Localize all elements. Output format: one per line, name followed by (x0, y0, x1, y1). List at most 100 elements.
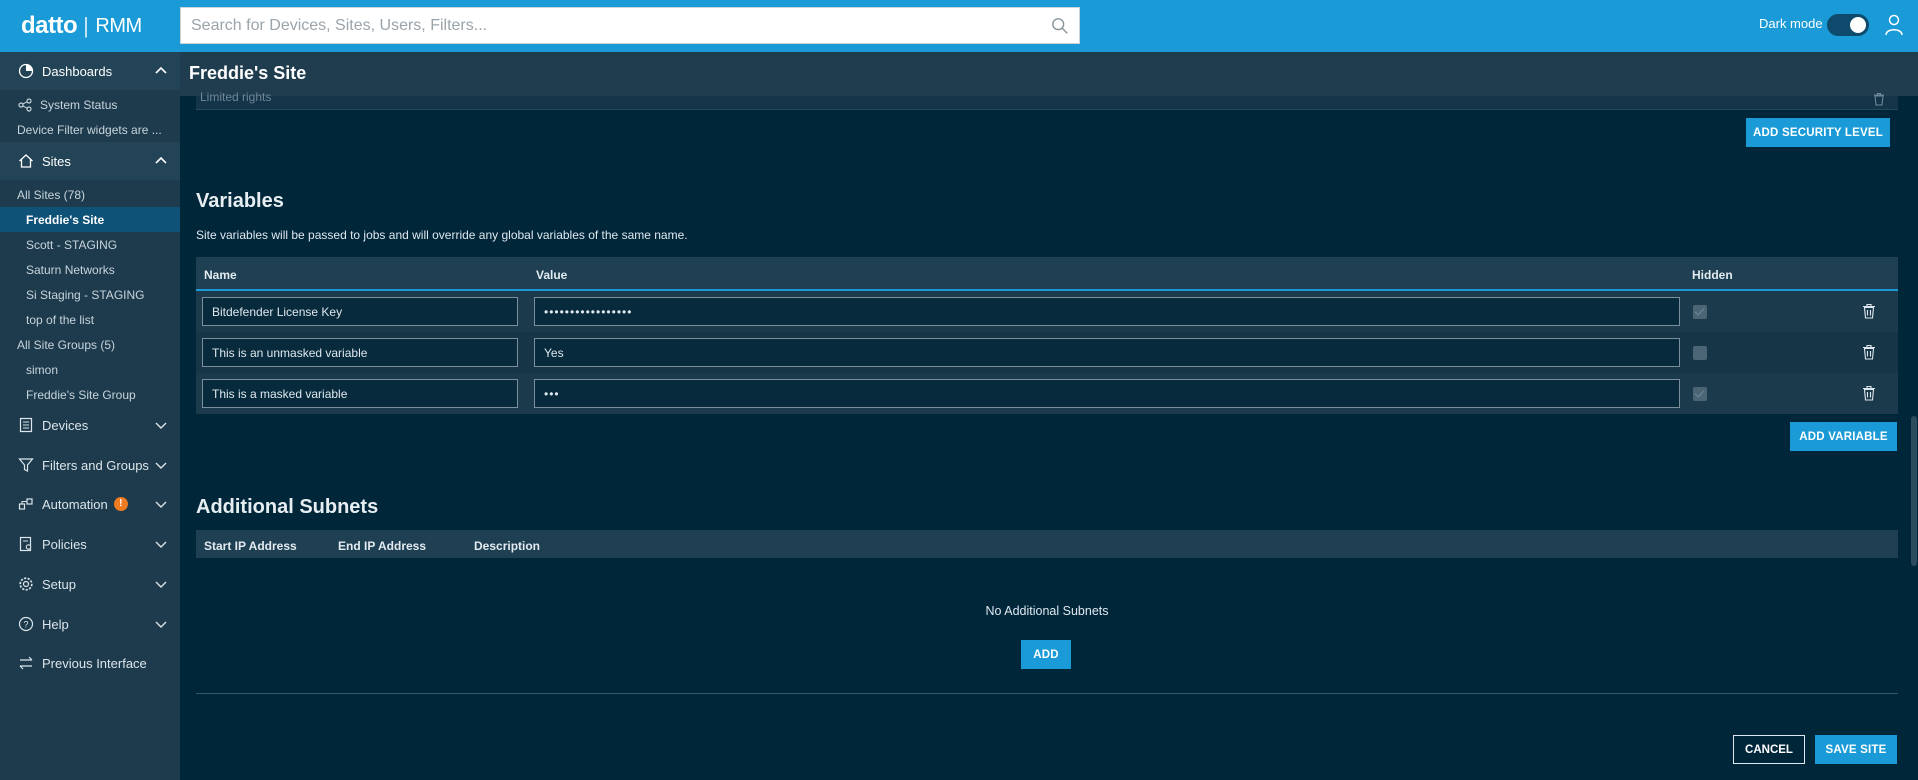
sidebar-item-label: Freddie's Site (26, 212, 105, 227)
sidebar-group-simon[interactable]: simon (0, 357, 180, 382)
sidebar-sites[interactable]: Sites (0, 142, 180, 180)
sidebar-item-label: Freddie's Site Group (26, 387, 136, 402)
variable-row: This is a masked variable ••• (196, 373, 1898, 414)
global-search (180, 7, 1080, 44)
sidebar-group-freddies-site-group[interactable]: Freddie's Site Group (0, 382, 180, 407)
trash-icon[interactable] (1861, 385, 1877, 401)
sidebar: Dashboards System Status Device Filter w… (0, 52, 180, 780)
sidebar-item-label: simon (26, 362, 59, 377)
switch-icon (19, 656, 33, 670)
sidebar-item-filters-and-groups[interactable]: Filters and Groups (0, 445, 180, 485)
column-header-description: Description (474, 539, 541, 553)
sidebar-item-device-filter-widgets[interactable]: Device Filter widgets are ... (0, 117, 180, 142)
sidebar-item-label: Automation (42, 496, 108, 512)
chevron-down-icon (155, 462, 167, 469)
sidebar-item-all-sites[interactable]: All Sites (78) (0, 182, 180, 207)
logo-wordmark: datto (21, 12, 78, 39)
chevron-down-icon (155, 621, 167, 628)
add-security-level-button[interactable]: ADD SECURITY LEVEL (1746, 118, 1890, 147)
logo[interactable]: datto | RMM (21, 12, 142, 40)
add-variable-button[interactable]: ADD VARIABLE (1790, 422, 1897, 451)
sidebar-item-system-status[interactable]: System Status (0, 92, 180, 117)
sidebar-site-top-of-the-list[interactable]: top of the list (0, 307, 180, 332)
policies-icon (19, 536, 32, 552)
alert-badge: ! (113, 497, 128, 511)
search-input[interactable] (181, 8, 1079, 43)
chevron-up-icon (155, 66, 167, 74)
scrollbar-thumb[interactable] (1911, 416, 1917, 566)
sidebar-item-label: Filters and Groups (42, 457, 149, 473)
save-site-button[interactable]: SAVE SITE (1815, 735, 1897, 764)
variable-row: This is an unmasked variable Yes (196, 332, 1898, 373)
sidebar-item-label: Saturn Networks (26, 262, 115, 277)
column-header-name: Name (204, 268, 237, 282)
svg-text:?: ? (23, 620, 28, 630)
sidebar-site-si-staging[interactable]: Si Staging - STAGING (0, 282, 180, 307)
sidebar-site-scott-staging[interactable]: Scott - STAGING (0, 232, 180, 257)
search-icon[interactable] (1051, 17, 1069, 35)
sidebar-item-devices[interactable]: Devices (0, 405, 180, 445)
variable-name-input[interactable]: This is a masked variable (202, 379, 518, 408)
sidebar-item-policies[interactable]: Policies (0, 524, 180, 564)
dashboard-icon (18, 63, 34, 79)
sidebar-item-label: Device Filter widgets are ... (17, 122, 162, 137)
help-icon: ? (18, 616, 34, 632)
security-level-name: Limited rights (200, 90, 272, 104)
sidebar-item-help[interactable]: ? Help (0, 604, 180, 644)
user-icon[interactable] (1884, 14, 1904, 36)
sidebar-site-freddies-site[interactable]: Freddie's Site (0, 207, 180, 232)
variable-row: Bitdefender License Key ••••••••••••••••… (196, 291, 1898, 332)
variable-name-input[interactable]: Bitdefender License Key (202, 297, 518, 326)
hidden-checkbox[interactable] (1693, 346, 1707, 360)
scrollbar[interactable] (1910, 96, 1918, 780)
sidebar-item-label: All Site Groups (5) (17, 337, 116, 352)
logo-product: RMM (95, 14, 142, 37)
subnets-table-header: Start IP Address End IP Address Descript… (196, 530, 1898, 558)
sidebar-item-all-site-groups[interactable]: All Site Groups (5) (0, 332, 180, 357)
sidebar-site-saturn-networks[interactable]: Saturn Networks (0, 257, 180, 282)
logo-separator: | (83, 13, 89, 38)
home-icon (19, 154, 33, 168)
variables-description: Site variables will be passed to jobs an… (196, 228, 688, 242)
sidebar-item-label: top of the list (26, 312, 95, 327)
sidebar-item-setup[interactable]: Setup (0, 564, 180, 604)
column-header-hidden: Hidden (1692, 268, 1733, 282)
dark-mode-label: Dark mode (1759, 16, 1823, 31)
top-bar: datto | RMM Dark mode (0, 0, 1918, 52)
chevron-down-icon (155, 501, 167, 508)
sidebar-item-label: Policies (42, 536, 87, 552)
sidebar-item-label: Help (42, 616, 69, 632)
automation-icon (18, 498, 33, 510)
column-header-start-ip: Start IP Address (204, 539, 297, 553)
section-divider (196, 693, 1898, 694)
trash-icon[interactable] (1861, 344, 1877, 360)
add-subnet-button[interactable]: ADD (1021, 640, 1071, 669)
column-header-end-ip: End IP Address (338, 539, 427, 553)
variables-title: Variables (196, 190, 284, 212)
variable-value-input[interactable]: Yes (534, 338, 1680, 367)
sidebar-item-label: Si Staging - STAGING (26, 287, 145, 302)
gear-icon (19, 577, 33, 591)
page-title: Freddie's Site (189, 63, 307, 83)
variables-table-header: Name Value Hidden (196, 257, 1898, 291)
chevron-down-icon (155, 581, 167, 588)
variable-name-input[interactable]: This is an unmasked variable (202, 338, 518, 367)
hidden-checkbox[interactable] (1693, 305, 1707, 319)
variable-value-input[interactable]: ••• (534, 379, 1680, 408)
column-header-value: Value (536, 268, 568, 282)
sidebar-dashboards[interactable]: Dashboards (0, 52, 180, 90)
sidebar-item-label: System Status (40, 97, 118, 112)
sidebar-dashboards-label: Dashboards (42, 63, 113, 79)
devices-icon (19, 417, 33, 433)
sidebar-item-label: Scott - STAGING (26, 237, 118, 252)
hidden-checkbox[interactable] (1693, 387, 1707, 401)
trash-icon[interactable] (1861, 303, 1877, 319)
variable-value-input[interactable]: ••••••••••••••••• (534, 297, 1680, 326)
sidebar-item-label: Setup (42, 576, 76, 592)
sidebar-item-previous-interface[interactable]: Previous Interface (0, 643, 180, 683)
dark-mode-toggle[interactable] (1827, 14, 1869, 36)
sidebar-item-label: Devices (42, 417, 89, 433)
trash-icon[interactable] (1872, 92, 1886, 106)
sidebar-item-automation[interactable]: Automation ! (0, 484, 180, 524)
cancel-button[interactable]: CANCEL (1733, 735, 1805, 764)
